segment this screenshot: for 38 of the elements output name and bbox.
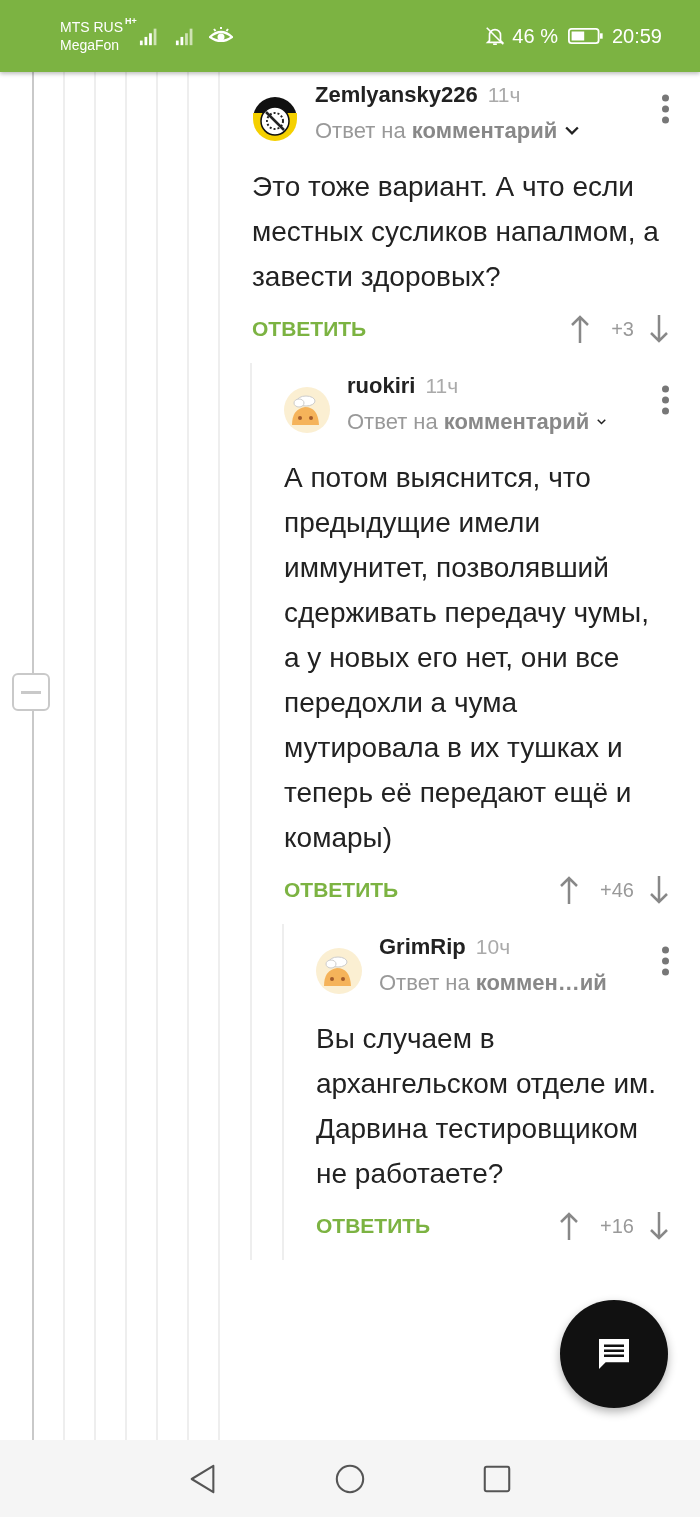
comment-time: 10ч	[475, 935, 511, 959]
reply-link[interactable]: ОТВЕТИТЬ	[284, 878, 399, 902]
reply-link[interactable]: ОТВЕТИТЬ	[316, 1214, 431, 1238]
author-name[interactable]: GrimRip	[379, 934, 466, 960]
carrier-name: MTS RUS	[60, 18, 123, 36]
author-name[interactable]: Zemlyansky226	[315, 82, 478, 108]
comment-text: Это тоже вариант. А что если местных сусликов напалмом, а завести здоровых?	[252, 170, 660, 294]
chevron-down-icon[interactable]	[565, 126, 580, 136]
battery-icon	[567, 26, 604, 46]
bell-off-icon	[484, 25, 507, 47]
comment-button[interactable]	[560, 1300, 668, 1408]
battery-percent: 46 %	[512, 24, 558, 48]
reply-to-link[interactable]: Ответ на коммен…ий	[379, 970, 607, 996]
carrier-name: MegaFon	[60, 36, 121, 54]
downvote-icon[interactable]	[648, 875, 670, 905]
avatar-icon	[284, 387, 330, 433]
comment-text: Вы случаем в архангельском отделе им. Дарвина тестировщиком не работаете?	[316, 1022, 658, 1191]
reply-to-link[interactable]: Ответ на комментарий	[347, 409, 590, 435]
comment-rating: +46	[600, 878, 634, 902]
comment-rating: +3	[611, 317, 634, 341]
avatar-icon	[252, 96, 298, 142]
avatar-icon	[316, 948, 362, 994]
home-icon[interactable]	[334, 1462, 366, 1495]
comment-time: 11ч	[487, 83, 521, 107]
chevron-down-icon[interactable]	[597, 419, 607, 425]
more-icon[interactable]	[661, 946, 670, 976]
reply-to-link[interactable]: Ответ на комментарий	[315, 118, 558, 144]
reply-link[interactable]: ОТВЕТИТЬ	[252, 317, 367, 341]
comment-text: А потом выяснится, что предыдущие имели иммунитет, позволявший сдерживать передачу чумы, а у новых его нет, они все передохли а чума мутировала в их тушках и теперь её передают ещё и комары)	[284, 461, 650, 855]
comment-rating: +16	[600, 1214, 634, 1238]
author-name[interactable]: ruokiri	[347, 373, 416, 399]
more-icon[interactable]	[661, 385, 670, 415]
downvote-icon[interactable]	[648, 1211, 670, 1241]
comment-time: 11ч	[425, 374, 459, 398]
clock: 20:59	[611, 24, 662, 48]
downvote-icon[interactable]	[648, 314, 670, 344]
more-icon[interactable]	[661, 94, 670, 124]
network-type: H+	[125, 16, 137, 26]
